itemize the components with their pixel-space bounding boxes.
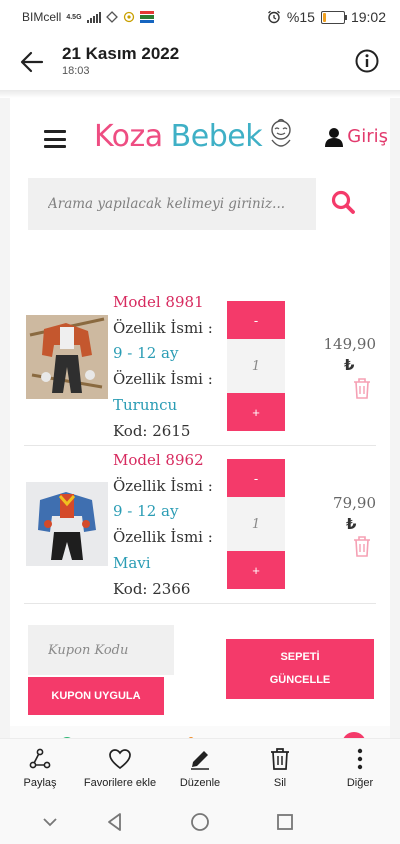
attribute-color: Mavi [113,553,151,572]
carrier-label: BIMcell [22,10,62,24]
apply-coupon-button[interactable]: KUPON UYGULA [28,677,164,715]
decrease-quantity-button[interactable]: - [227,301,285,339]
more-label: Diğer [346,777,374,789]
hamburger-menu-icon[interactable] [44,130,66,148]
attribute-label: Özellik İsmi : [113,318,213,337]
decrease-quantity-button[interactable]: - [227,459,285,497]
site-logo[interactable]: Koza Bebek [94,116,296,156]
logo-koza: Koza [94,118,163,154]
cart-item: Model 8962 Özellik İsmi : 9 - 12 ay Özel… [24,446,376,604]
gallery-action-bar: Paylaş Favorilere ekle Düzenle Sil Diğer [0,738,400,800]
back-arrow-icon[interactable] [18,48,46,76]
item-price: 149,90 [323,335,377,353]
status-bar: BIMcell 4.5G %15 19:02 [0,0,400,34]
search-input[interactable] [28,178,316,230]
trash-icon [271,748,289,770]
product-code: Kod: 2366 [113,579,191,598]
quantity-input[interactable] [227,497,285,551]
user-icon [325,127,344,147]
product-model-link[interactable]: Model 8981 [113,290,213,316]
search-box [28,178,316,230]
share-icon [29,748,51,769]
update-cart-label-line2: GÜNCELLE [269,674,331,686]
screenshot-time: 18:03 [62,65,90,77]
update-cart-label-line1: SEPETİ [280,651,320,663]
recents-square-icon[interactable] [273,810,297,834]
increase-quantity-button[interactable]: + [227,393,285,431]
clock: 19:02 [350,9,386,25]
attribute-label: Özellik İsmi : [113,370,213,389]
item-description: Model 8962 Özellik İsmi : 9 - 12 ay Özel… [113,448,213,602]
back-triangle-icon[interactable] [103,810,127,834]
home-circle-icon[interactable] [188,810,212,834]
at-sign-icon [123,11,134,23]
screenshot-date: 21 Kasım 2022 [62,44,180,63]
signal-icon [86,11,101,23]
quantity-stepper: - + [227,459,285,589]
login-link[interactable]: Giriş [324,126,388,147]
cart-item: Model 8981 Özellik İsmi : 9 - 12 ay Özel… [24,288,376,446]
quantity-input[interactable] [227,339,285,393]
item-description: Model 8981 Özellik İsmi : 9 - 12 ay Özel… [113,290,213,444]
battery-percent: %15 [286,9,315,25]
login-label: Giriş [347,126,388,147]
more-button[interactable]: Diğer [312,747,400,789]
web-view: Koza Bebek Giriş Arama yapılacak kelimey… [0,98,400,738]
search-icon[interactable] [330,189,356,215]
product-image[interactable] [26,315,108,399]
more-vertical-icon [357,748,363,770]
currency-symbol: ₺ [344,357,355,374]
attribute-color: Turuncu [113,395,178,414]
attribute-size: 9 - 12 ay [113,502,179,521]
quantity-stepper: - + [227,301,285,431]
app-header: 21 Kasım 2022 18:03 [0,34,400,90]
coupon-code-input[interactable] [28,625,174,675]
system-nav-bar [0,800,400,844]
delete-item-icon[interactable] [352,535,372,557]
product-model-link[interactable]: Model 8962 [113,448,213,474]
pencil-icon [191,751,209,770]
heart-icon [109,749,131,770]
site-page: Koza Bebek Giriş Arama yapılacak kelimey… [10,98,390,738]
battery-icon [320,10,347,24]
update-cart-button[interactable]: SEPETİ GÜNCELLE [226,639,374,699]
product-code: Kod: 2615 [113,421,191,440]
logo-bebek: Bebek [170,118,263,154]
currency-symbol: ₺ [346,516,357,533]
item-price: 79,90 [333,494,376,512]
app-notification-icon [139,11,154,23]
attribute-label: Özellik İsmi : [113,528,213,547]
battery-fill [322,12,326,22]
attribute-label: Özellik İsmi : [113,476,213,495]
network-type: 4.5G [66,13,82,21]
hide-nav-icon[interactable] [38,810,62,834]
attribute-size: 9 - 12 ay [113,344,179,363]
data-saver-icon [105,11,118,23]
baby-logo-icon [271,118,291,147]
info-icon[interactable] [354,48,380,74]
header-divider [0,90,400,98]
product-image[interactable] [26,482,108,566]
increase-quantity-button[interactable]: + [227,551,285,589]
delete-item-icon[interactable] [352,377,372,399]
alarm-icon [267,10,280,24]
